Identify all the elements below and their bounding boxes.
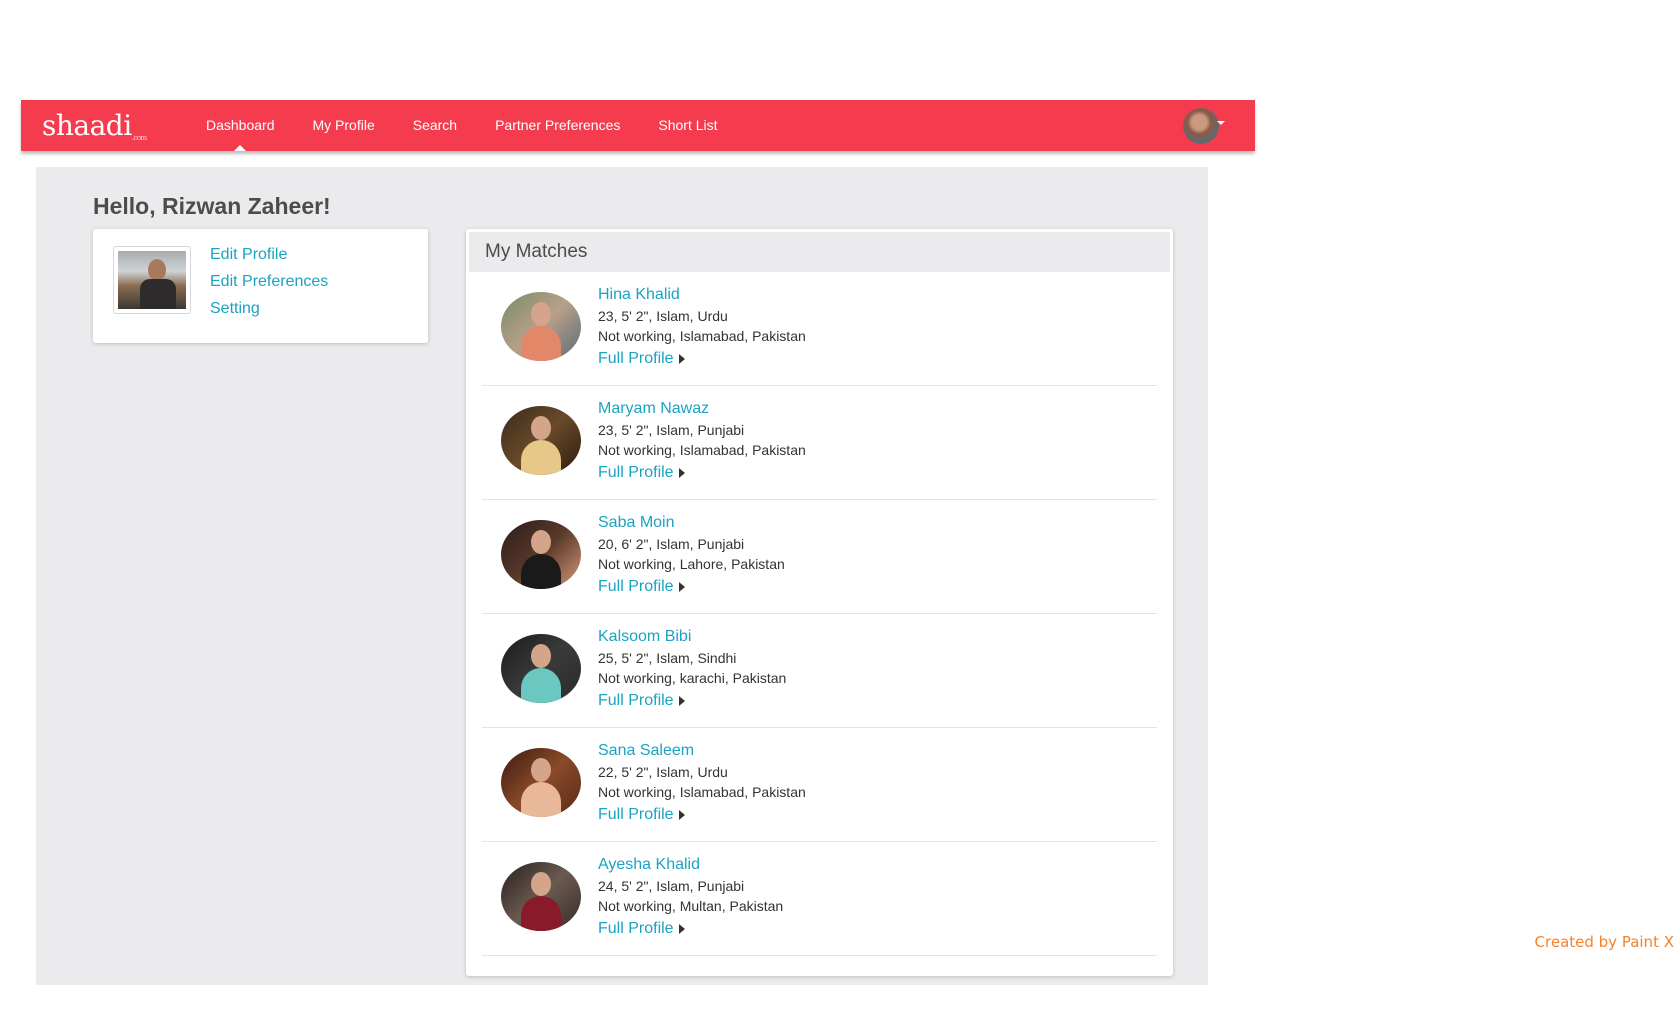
match-name[interactable]: Sana Saleem [598,740,806,762]
full-profile-link[interactable]: Full Profile [598,460,685,486]
greeting-heading: Hello, Rizwan Zaheer! [93,193,331,219]
match-info: Hina Khalid 23, 5' 2", Islam, Urdu Not w… [598,284,806,372]
match-avatar[interactable] [501,406,581,475]
edit-preferences-link[interactable]: Edit Preferences [210,268,328,295]
profile-photo[interactable] [113,246,191,314]
match-item: Maryam Nawaz 23, 5' 2", Islam, Punjabi N… [482,386,1157,500]
match-item: Hina Khalid 23, 5' 2", Islam, Urdu Not w… [482,272,1157,386]
nav-item-short-list[interactable]: Short List [658,100,717,151]
caret-right-icon [678,810,685,820]
match-name[interactable]: Saba Moin [598,512,785,534]
match-name[interactable]: Ayesha Khalid [598,854,783,876]
matches-list: Hina Khalid 23, 5' 2", Islam, Urdu Not w… [482,272,1157,956]
profile-card: Edit Profile Edit Preferences Setting [93,229,428,343]
full-profile-label: Full Profile [598,920,674,937]
full-profile-label: Full Profile [598,692,674,709]
match-details: 20, 6' 2", Islam, Punjabi [598,536,745,552]
match-details: 25, 5' 2", Islam, Sindhi [598,650,737,666]
match-name[interactable]: Maryam Nawaz [598,398,806,420]
shaadi-logo[interactable]: shaadi.com [42,109,147,142]
caret-right-icon [678,468,685,478]
full-profile-label: Full Profile [598,806,674,823]
match-location: Not working, karachi, Pakistan [598,670,787,686]
match-location: Not working, Islamabad, Pakistan [598,328,806,344]
match-location: Not working, Islamabad, Pakistan [598,442,806,458]
match-location: Not working, Lahore, Pakistan [598,556,785,572]
full-profile-label: Full Profile [598,464,674,481]
match-item: Ayesha Khalid 24, 5' 2", Islam, Punjabi … [482,842,1157,956]
match-item: Sana Saleem 22, 5' 2", Islam, Urdu Not w… [482,728,1157,842]
full-profile-link[interactable]: Full Profile [598,574,685,600]
matches-title: My Matches [469,232,1170,272]
caret-right-icon [678,354,685,364]
full-profile-link[interactable]: Full Profile [598,802,685,828]
caret-right-icon [678,582,685,592]
match-info: Maryam Nawaz 23, 5' 2", Islam, Punjabi N… [598,398,806,486]
nav-item-partner-preferences[interactable]: Partner Preferences [495,100,620,151]
full-profile-link[interactable]: Full Profile [598,688,685,714]
full-profile-link[interactable]: Full Profile [598,916,685,942]
match-info: Saba Moin 20, 6' 2", Islam, Punjabi Not … [598,512,785,600]
logo-text: shaadi [42,109,132,142]
match-avatar[interactable] [501,634,581,703]
nav-menu: Dashboard My Profile Search Partner Pref… [206,100,756,151]
match-details: 23, 5' 2", Islam, Punjabi [598,422,745,438]
match-info: Ayesha Khalid 24, 5' 2", Islam, Punjabi … [598,854,783,942]
logo-suffix: .com [131,134,148,142]
caret-right-icon [678,924,685,934]
match-name[interactable]: Hina Khalid [598,284,806,306]
watermark: Created by Paint X [1534,933,1674,951]
match-name[interactable]: Kalsoom Bibi [598,626,786,648]
nav-item-search[interactable]: Search [413,100,457,151]
match-avatar[interactable] [501,520,581,589]
my-matches-card: My Matches Hina Khalid 23, 5' 2", Islam,… [466,229,1173,976]
chevron-down-icon[interactable] [1217,121,1225,125]
match-info: Kalsoom Bibi 25, 5' 2", Islam, Sindhi No… [598,626,786,714]
profile-links: Edit Profile Edit Preferences Setting [210,241,328,322]
full-profile-link[interactable]: Full Profile [598,346,685,372]
full-profile-label: Full Profile [598,578,674,595]
match-location: Not working, Islamabad, Pakistan [598,784,806,800]
match-details: 24, 5' 2", Islam, Punjabi [598,878,745,894]
nav-item-dashboard[interactable]: Dashboard [206,100,275,151]
match-avatar[interactable] [501,292,581,361]
match-item: Kalsoom Bibi 25, 5' 2", Islam, Sindhi No… [482,614,1157,728]
user-avatar[interactable] [1183,108,1219,144]
match-location: Not working, Multan, Pakistan [598,898,784,914]
top-navbar: shaadi.com Dashboard My Profile Search P… [21,100,1255,151]
nav-item-my-profile[interactable]: My Profile [313,100,375,151]
profile-photo-image [118,251,186,309]
match-avatar[interactable] [501,748,581,817]
match-details: 23, 5' 2", Islam, Urdu [598,308,728,324]
edit-profile-link[interactable]: Edit Profile [210,241,328,268]
full-profile-label: Full Profile [598,350,674,367]
match-avatar[interactable] [501,862,581,931]
caret-right-icon [678,696,685,706]
match-details: 22, 5' 2", Islam, Urdu [598,764,728,780]
match-item: Saba Moin 20, 6' 2", Islam, Punjabi Not … [482,500,1157,614]
setting-link[interactable]: Setting [210,295,328,322]
dashboard-main: Hello, Rizwan Zaheer! Edit Profile Edit … [36,167,1208,985]
match-info: Sana Saleem 22, 5' 2", Islam, Urdu Not w… [598,740,806,828]
